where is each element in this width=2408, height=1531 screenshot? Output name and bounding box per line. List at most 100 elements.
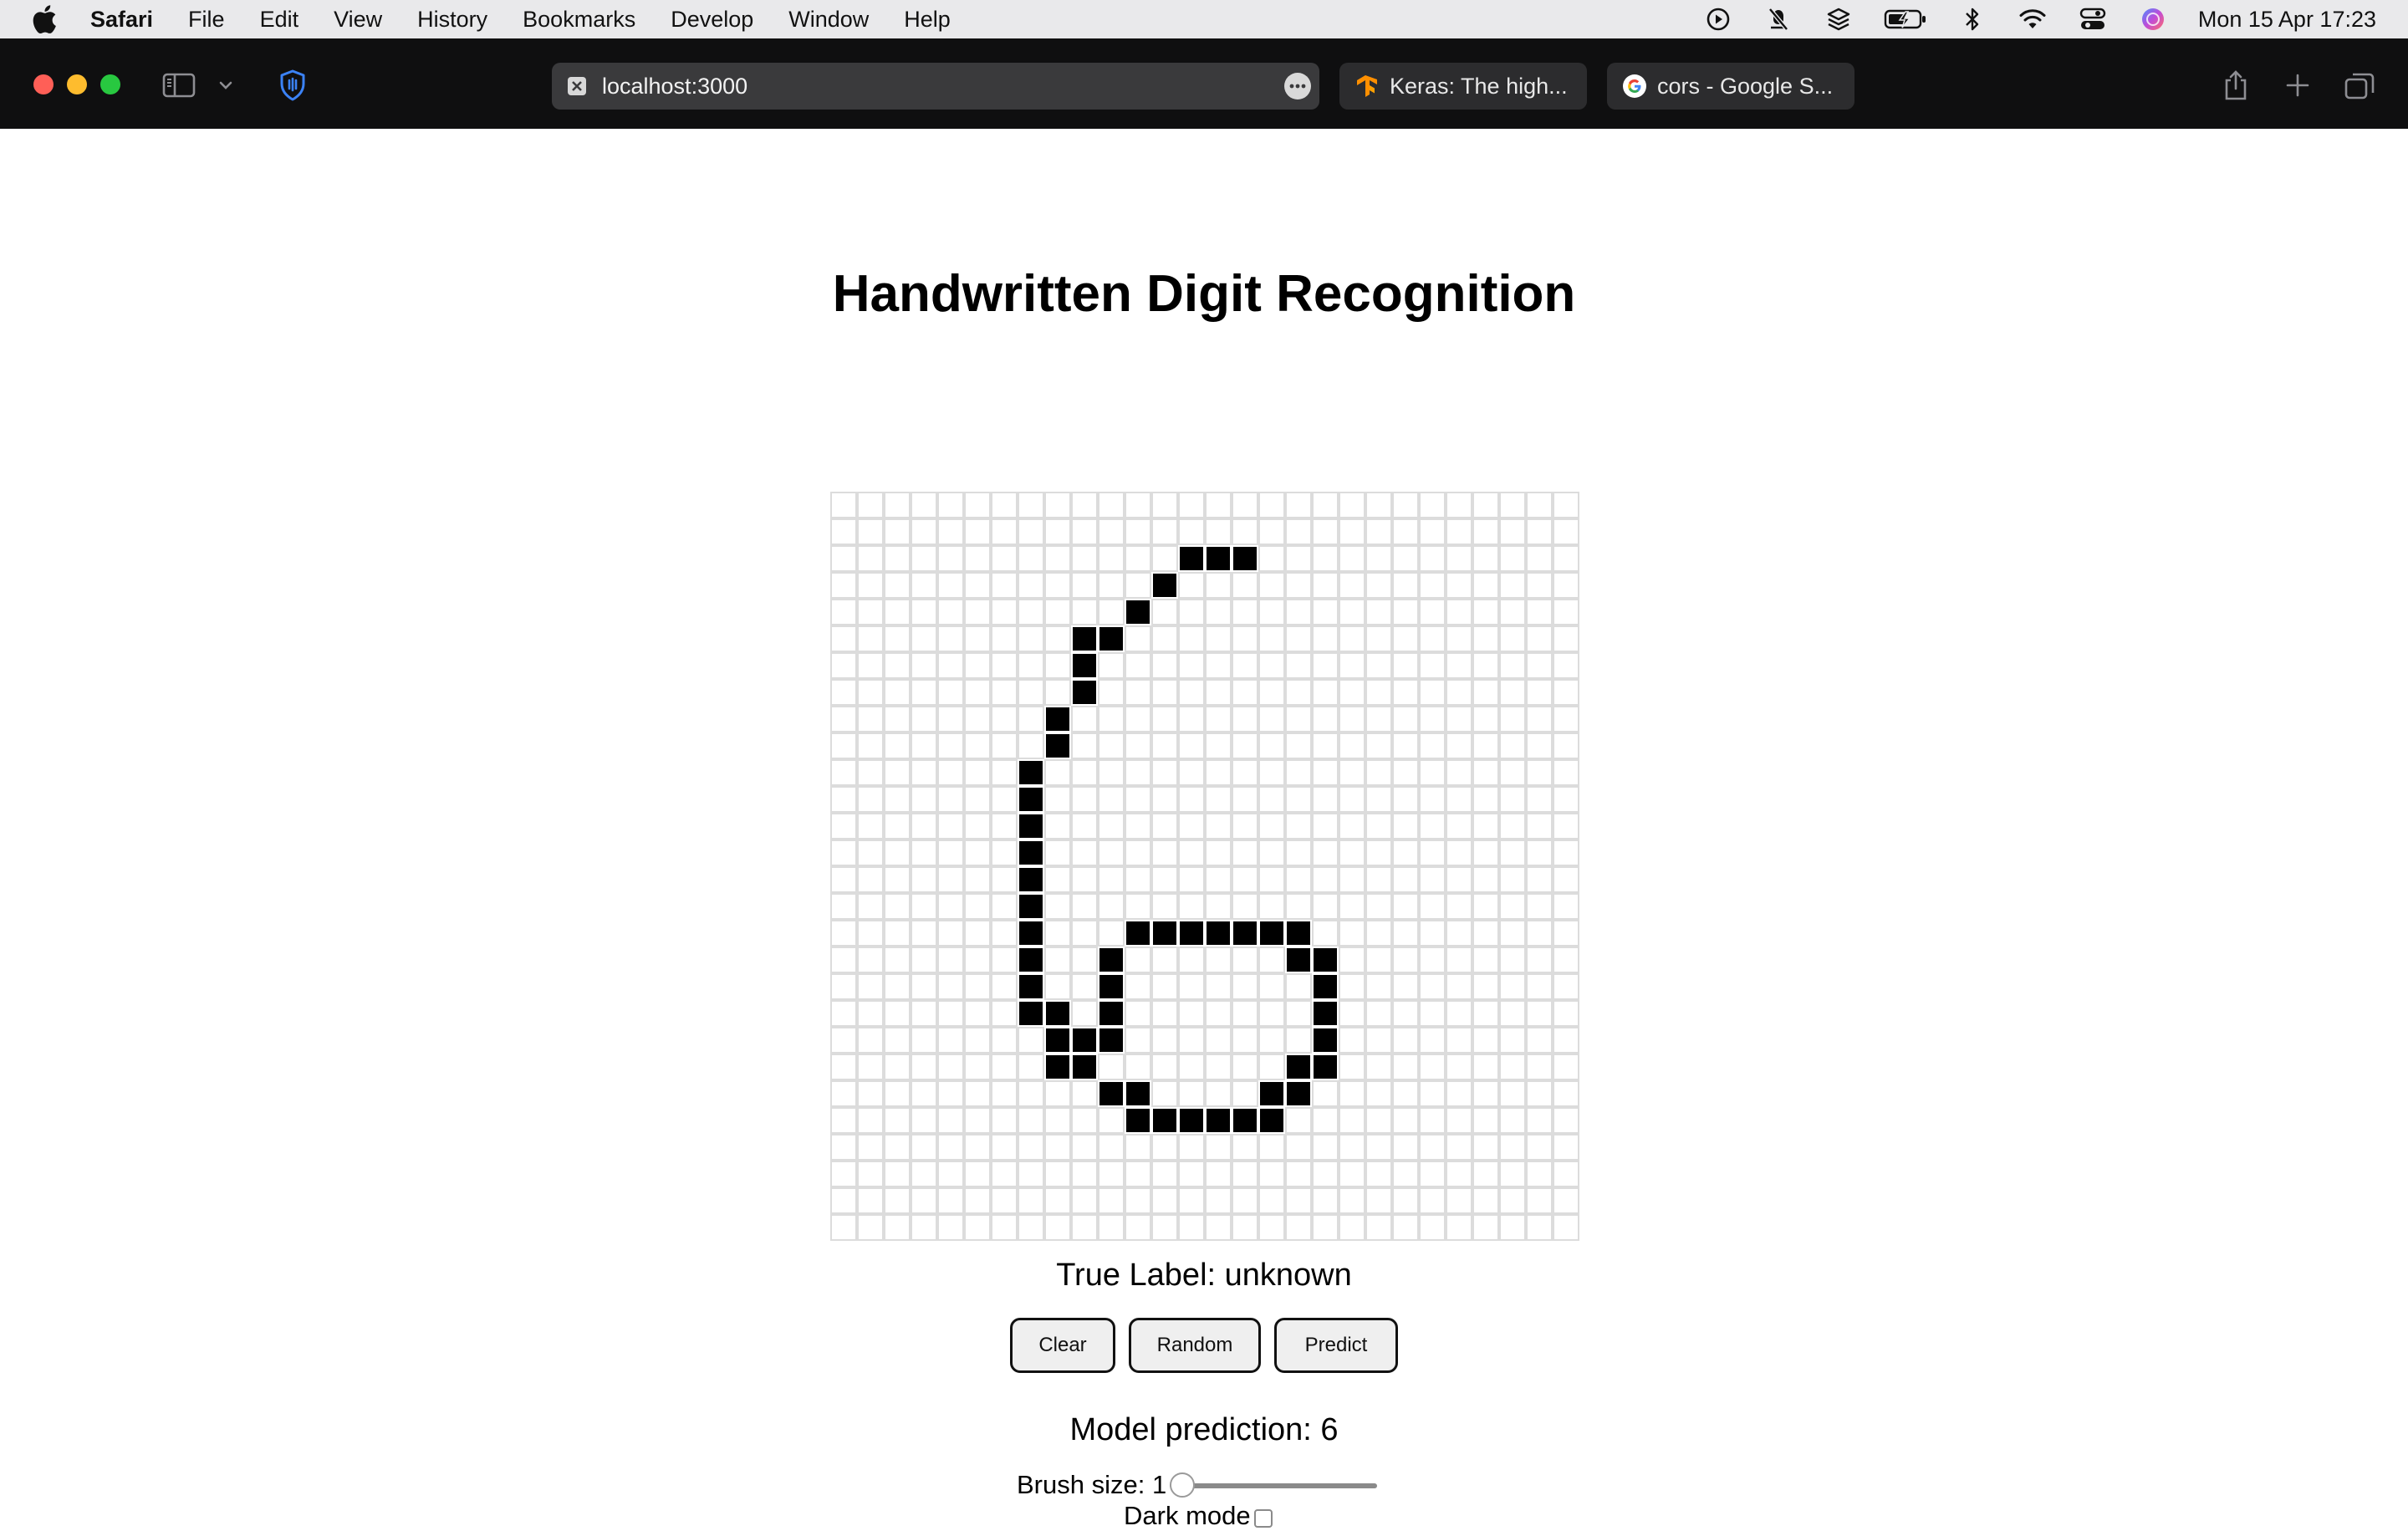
grid-cell[interactable] xyxy=(1205,973,1232,1000)
grid-cell[interactable] xyxy=(1178,572,1205,599)
grid-cell[interactable] xyxy=(1312,706,1339,732)
grid-cell[interactable] xyxy=(1044,813,1071,839)
grid-cell[interactable] xyxy=(1446,1107,1472,1134)
grid-cell[interactable] xyxy=(911,1134,937,1161)
grid-cell[interactable] xyxy=(1339,652,1365,679)
grid-cell[interactable] xyxy=(1472,839,1499,866)
grid-cell[interactable] xyxy=(1018,572,1044,599)
grid-cell[interactable] xyxy=(1205,1000,1232,1027)
grid-cell[interactable] xyxy=(1178,706,1205,732)
grid-cell[interactable] xyxy=(1232,1214,1258,1241)
grid-cell[interactable] xyxy=(1125,545,1151,572)
grid-cell[interactable] xyxy=(1232,1000,1258,1027)
grid-cell[interactable] xyxy=(1312,625,1339,652)
grid-cell[interactable] xyxy=(1472,1000,1499,1027)
grid-cell[interactable] xyxy=(1312,893,1339,920)
grid-cell[interactable] xyxy=(964,839,991,866)
grid-cell[interactable] xyxy=(1365,1161,1392,1187)
grid-cell[interactable] xyxy=(1419,786,1446,813)
grid-cell[interactable] xyxy=(1392,679,1419,706)
grid-cell[interactable] xyxy=(1125,492,1151,518)
grid-cell[interactable] xyxy=(857,572,884,599)
grid-cell[interactable] xyxy=(1098,652,1125,679)
grid-cell[interactable] xyxy=(1151,839,1178,866)
grid-cell[interactable] xyxy=(1365,518,1392,545)
grid-cell[interactable] xyxy=(1392,572,1419,599)
grid-cell[interactable] xyxy=(1339,893,1365,920)
grid-cell[interactable] xyxy=(1018,518,1044,545)
grid-cell[interactable] xyxy=(1526,1080,1553,1107)
grid-cell[interactable] xyxy=(1232,572,1258,599)
shield-extension-icon[interactable] xyxy=(276,69,309,102)
grid-cell[interactable] xyxy=(964,1054,991,1080)
grid-cell[interactable] xyxy=(830,1000,857,1027)
grid-cell[interactable] xyxy=(1472,1080,1499,1107)
grid-cell[interactable] xyxy=(1044,759,1071,786)
grid-cell[interactable] xyxy=(857,839,884,866)
grid-cell[interactable] xyxy=(1365,652,1392,679)
grid-cell[interactable] xyxy=(830,679,857,706)
grid-cell[interactable] xyxy=(1472,1161,1499,1187)
grid-cell[interactable] xyxy=(1365,1187,1392,1214)
grid-cell[interactable] xyxy=(1472,786,1499,813)
grid-cell[interactable] xyxy=(1392,1054,1419,1080)
grid-cell[interactable] xyxy=(991,839,1018,866)
grid-cell[interactable] xyxy=(1044,947,1071,973)
grid-cell[interactable] xyxy=(1285,759,1312,786)
grid-cell[interactable] xyxy=(1553,625,1579,652)
grid-cell-filled[interactable] xyxy=(1018,973,1044,1000)
grid-cell-filled[interactable] xyxy=(1205,1107,1232,1134)
grid-cell[interactable] xyxy=(991,1080,1018,1107)
grid-cell[interactable] xyxy=(1392,1027,1419,1054)
grid-cell[interactable] xyxy=(884,732,911,759)
grid-cell[interactable] xyxy=(1232,1134,1258,1161)
grid-cell[interactable] xyxy=(1499,1134,1526,1161)
grid-cell[interactable] xyxy=(1232,599,1258,625)
grid-cell[interactable] xyxy=(1151,1161,1178,1187)
grid-cell[interactable] xyxy=(1258,1214,1285,1241)
grid-cell[interactable] xyxy=(1258,893,1285,920)
grid-cell-filled[interactable] xyxy=(1125,920,1151,947)
grid-cell[interactable] xyxy=(1232,625,1258,652)
grid-cell[interactable] xyxy=(857,947,884,973)
grid-cell[interactable] xyxy=(1285,652,1312,679)
grid-cell[interactable] xyxy=(1526,1000,1553,1027)
grid-cell[interactable] xyxy=(964,786,991,813)
tab-keras[interactable]: Keras: The high... xyxy=(1339,63,1587,110)
grid-cell[interactable] xyxy=(1472,518,1499,545)
grid-cell[interactable] xyxy=(1339,759,1365,786)
grid-cell[interactable] xyxy=(1553,1214,1579,1241)
grid-cell[interactable] xyxy=(1205,1027,1232,1054)
grid-cell[interactable] xyxy=(1258,518,1285,545)
grid-cell[interactable] xyxy=(1499,1054,1526,1080)
grid-cell[interactable] xyxy=(1098,679,1125,706)
grid-cell[interactable] xyxy=(1285,786,1312,813)
grid-cell[interactable] xyxy=(1071,893,1098,920)
grid-cell[interactable] xyxy=(1098,572,1125,599)
grid-cell[interactable] xyxy=(911,706,937,732)
grid-cell[interactable] xyxy=(830,599,857,625)
grid-cell[interactable] xyxy=(1125,1134,1151,1161)
grid-cell[interactable] xyxy=(1446,813,1472,839)
grid-cell[interactable] xyxy=(1446,679,1472,706)
grid-cell[interactable] xyxy=(1419,1161,1446,1187)
grid-cell[interactable] xyxy=(911,839,937,866)
grid-cell-filled[interactable] xyxy=(1018,866,1044,893)
grid-cell[interactable] xyxy=(1232,518,1258,545)
grid-cell[interactable] xyxy=(964,492,991,518)
grid-cell[interactable] xyxy=(1151,1214,1178,1241)
grid-cell[interactable] xyxy=(1151,759,1178,786)
grid-cell[interactable] xyxy=(1499,973,1526,1000)
grid-cell-filled[interactable] xyxy=(1018,920,1044,947)
grid-cell[interactable] xyxy=(1178,866,1205,893)
grid-cell[interactable] xyxy=(1178,1214,1205,1241)
grid-cell[interactable] xyxy=(1312,1134,1339,1161)
grid-cell[interactable] xyxy=(1339,625,1365,652)
grid-cell[interactable] xyxy=(1419,732,1446,759)
grid-cell[interactable] xyxy=(857,973,884,1000)
grid-cell[interactable] xyxy=(1365,759,1392,786)
grid-cell[interactable] xyxy=(1365,1054,1392,1080)
grid-cell[interactable] xyxy=(1151,599,1178,625)
grid-cell[interactable] xyxy=(1472,973,1499,1000)
grid-cell[interactable] xyxy=(1553,1107,1579,1134)
